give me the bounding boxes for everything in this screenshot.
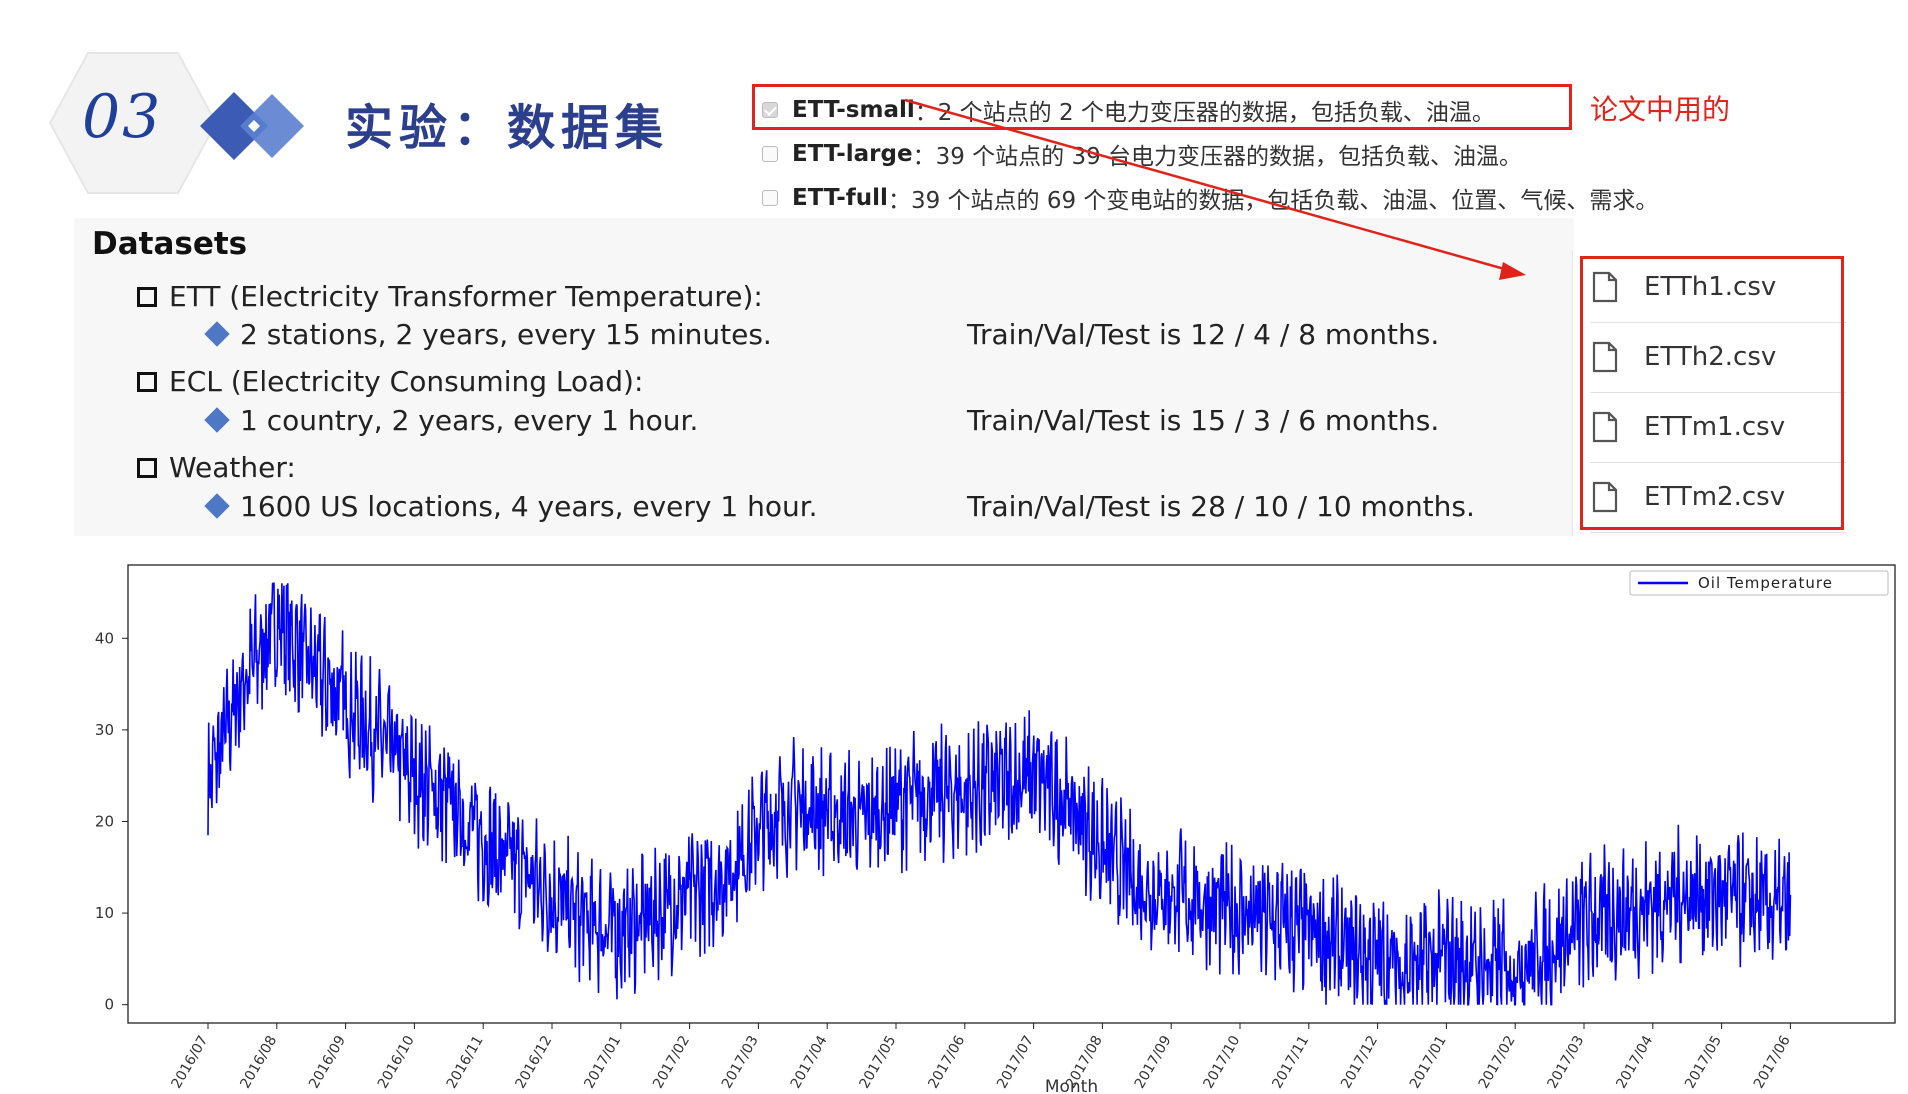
section-number: 03 <box>82 82 163 152</box>
option-ett-large[interactable]: ETT-large ：39 个站点的 39 台电力变压器的数据，包括负载、油温。 <box>762 137 1522 171</box>
highlight-box <box>1580 256 1844 530</box>
dataset-ett-split: Train/Val/Test is 12 / 4 / 8 months. <box>967 318 1440 351</box>
x-tick-label: 2017/10 <box>1201 1033 1244 1091</box>
diamond-bullet-icon <box>204 407 230 433</box>
square-bullet-icon <box>137 458 157 478</box>
x-tick-label: 2017/06 <box>925 1033 968 1091</box>
x-tick-label: 2017/05 <box>857 1033 900 1091</box>
x-tick-label: 2017/04 <box>788 1033 831 1091</box>
x-tick-label: 2017/01 <box>581 1033 624 1091</box>
y-tick-label: 20 <box>95 812 114 830</box>
x-tick-label: 2016/07 <box>169 1033 212 1091</box>
x-tick-label: 2017/06 <box>1751 1033 1794 1091</box>
section-title: 实验：数据集 <box>345 100 670 156</box>
dataset-ecl-detail: 1 country, 2 years, every 1 hour. <box>204 404 698 437</box>
highlight-box <box>752 84 1572 130</box>
dataset-weather-detail: 1600 US locations, 4 years, every 1 hour… <box>204 490 818 523</box>
square-bullet-icon <box>137 372 157 392</box>
option-name: ETT-large <box>792 141 913 167</box>
x-tick-label: 2016/12 <box>513 1033 556 1091</box>
checkbox-icon[interactable] <box>762 146 778 162</box>
annotation-note: 论文中用的 <box>1590 93 1731 126</box>
option-desc: ：39 个站点的 39 台电力变压器的数据，包括负载、油温。 <box>912 144 1523 170</box>
x-tick-label: 2017/11 <box>1269 1033 1312 1091</box>
x-tick-label: 2017/12 <box>1338 1033 1381 1091</box>
datasets-title: Datasets <box>92 226 248 262</box>
diamond-bullet-icon <box>204 493 230 519</box>
x-tick-label: 2017/03 <box>1545 1033 1588 1091</box>
x-axis-label: Month <box>1045 1077 1098 1094</box>
dataset-ett-name: ETT (Electricity Transformer Temperature… <box>137 280 763 313</box>
dataset-ecl-name: ECL (Electricity Consuming Load): <box>137 365 643 398</box>
square-bullet-icon <box>137 287 157 307</box>
x-tick-label: 2017/03 <box>719 1033 762 1091</box>
option-ett-full[interactable]: ETT-full ：39 个站点的 69 个变电站的数据，包括负载、油温、位置、… <box>762 181 1658 215</box>
option-desc: ：39 个站点的 69 个变电站的数据，包括负载、油温、位置、气候、需求。 <box>887 188 1659 214</box>
x-tick-label: 2017/01 <box>1407 1033 1450 1091</box>
x-tick-label: 2016/09 <box>306 1033 349 1091</box>
legend-label: Oil Temperature <box>1698 574 1833 592</box>
option-name: ETT-full <box>792 185 888 211</box>
x-tick-label: 2016/11 <box>444 1033 487 1091</box>
diamond-decoration-icon <box>200 92 304 160</box>
dataset-weather-split: Train/Val/Test is 28 / 10 / 10 months. <box>967 490 1475 523</box>
oil-temperature-chart: 0 10 20 30 40 2016/07 2016/08 2016/09 2016/10 201… <box>95 564 1896 1094</box>
dataset-ett-detail: 2 stations, 2 years, every 15 minutes. <box>204 318 772 351</box>
y-tick-label: 40 <box>95 629 114 647</box>
x-tick-label: 2017/05 <box>1682 1033 1725 1091</box>
x-tick-label: 2017/02 <box>650 1033 693 1091</box>
x-tick-label: 2016/08 <box>237 1033 280 1091</box>
x-tick-label: 2017/09 <box>1132 1033 1175 1091</box>
y-tick-label: 30 <box>95 721 114 739</box>
y-tick-label: 0 <box>104 996 114 1014</box>
x-tick-label: 2016/10 <box>375 1033 418 1091</box>
x-tick-label: 2017/04 <box>1613 1033 1656 1091</box>
y-tick-label: 10 <box>95 904 114 922</box>
x-tick-label: 2017/07 <box>994 1033 1037 1091</box>
diamond-bullet-icon <box>204 321 230 347</box>
dataset-weather-name: Weather: <box>137 451 296 484</box>
dataset-ecl-split: Train/Val/Test is 15 / 3 / 6 months. <box>967 404 1440 437</box>
checkbox-icon[interactable] <box>762 190 778 206</box>
x-tick-label: 2017/02 <box>1476 1033 1519 1091</box>
